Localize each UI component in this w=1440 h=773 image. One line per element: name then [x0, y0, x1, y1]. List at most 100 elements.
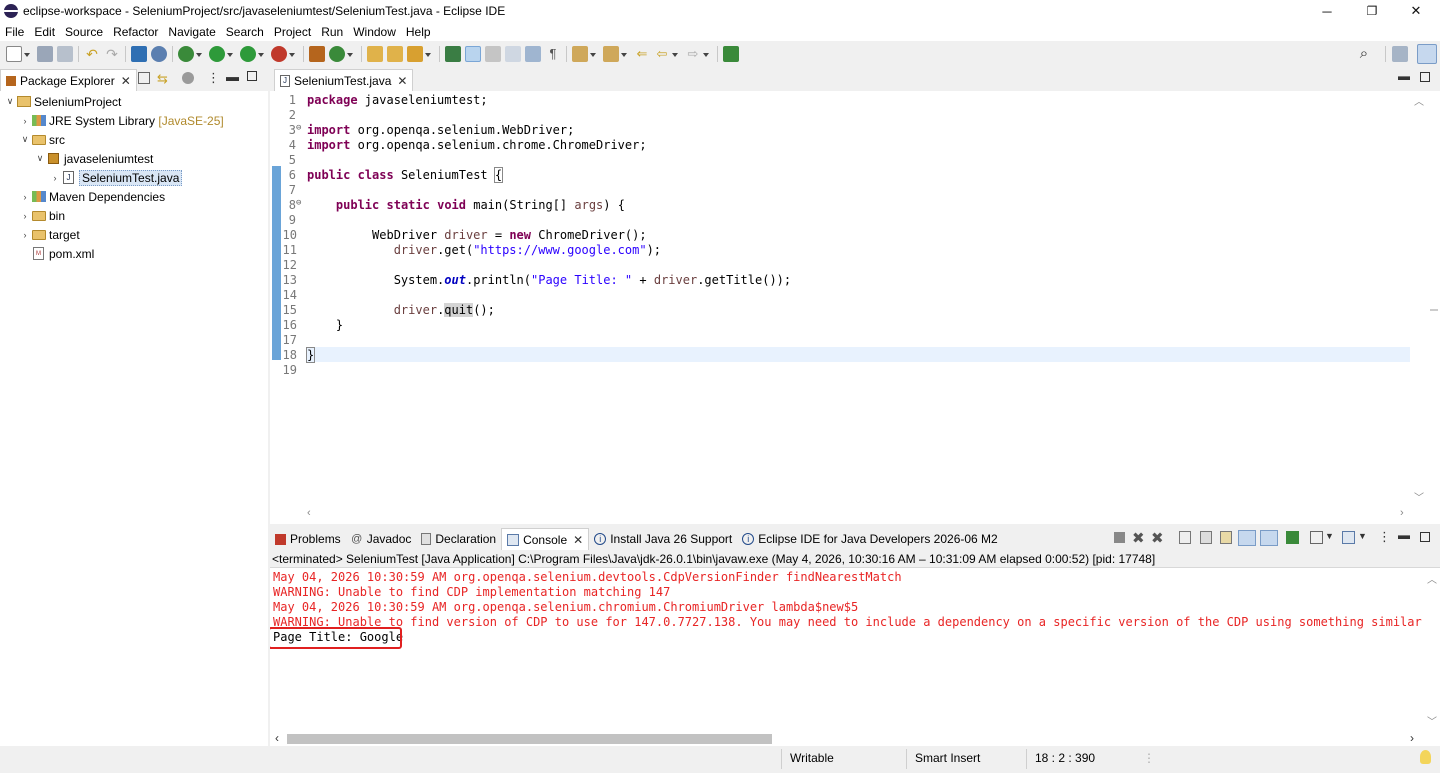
editor-horizontal-scrollbar[interactable]: ‹ › [307, 507, 1410, 522]
word-wrap-icon[interactable] [525, 46, 541, 62]
java-perspective-icon[interactable] [1417, 44, 1437, 64]
menu-search[interactable]: Search [226, 25, 264, 39]
tab-javadoc[interactable]: @ Javadoc [346, 528, 417, 550]
scroll-left-icon[interactable]: ‹ [275, 731, 279, 745]
scroll-up-icon[interactable]: ︿ [1414, 93, 1424, 108]
forward-dropdown-icon[interactable] [703, 46, 710, 62]
show-console-on-stdout-icon[interactable] [1238, 530, 1256, 546]
back-dropdown-icon[interactable] [672, 46, 679, 62]
breadcrumb-toggle-icon[interactable] [485, 46, 501, 62]
maximize-view-icon[interactable] [247, 71, 257, 81]
filters-icon[interactable] [182, 72, 194, 84]
external-tools-dropdown-icon[interactable] [289, 46, 296, 62]
terminate-icon[interactable] [1114, 532, 1125, 543]
back-icon[interactable]: ⇦ [654, 46, 670, 62]
menu-edit[interactable]: Edit [34, 25, 55, 39]
remove-all-terminated-icon[interactable]: ✖ [1151, 529, 1164, 547]
menu-navigate[interactable]: Navigate [168, 25, 215, 39]
scroll-left-icon[interactable]: ‹ [307, 507, 311, 519]
link-with-editor-icon[interactable]: ⇆ [157, 71, 168, 87]
menu-refactor[interactable]: Refactor [113, 25, 158, 39]
scroll-right-icon[interactable]: › [1410, 731, 1414, 745]
toggle-highlight-icon[interactable] [465, 46, 481, 62]
tab-declaration[interactable]: Declaration [416, 528, 501, 550]
new-java-package-icon[interactable] [309, 46, 325, 62]
editor-vertical-scrollbar[interactable]: ︿ ﹀ [1410, 91, 1427, 509]
scroll-down-icon[interactable]: ﹀ [1414, 489, 1424, 504]
save-all-icon[interactable] [57, 46, 73, 62]
chevron-right-icon[interactable]: › [19, 230, 31, 240]
pin-console-icon[interactable] [1286, 531, 1299, 544]
debug-icon[interactable] [178, 46, 194, 62]
coverage-icon[interactable] [240, 46, 256, 62]
next-annotation-icon[interactable] [572, 46, 588, 62]
toggle-mark-occurrences-icon[interactable] [445, 46, 461, 62]
tree-item-target[interactable]: › target [19, 225, 80, 244]
minimize-view-icon[interactable]: ▬ [1398, 528, 1410, 542]
forward-icon[interactable]: ⇨ [685, 46, 701, 62]
maximize-view-icon[interactable] [1420, 72, 1430, 82]
skip-breakpoints-icon[interactable] [151, 46, 167, 62]
chevron-right-icon[interactable]: › [19, 211, 31, 221]
search-tool-dropdown-icon[interactable] [425, 46, 432, 62]
display-selected-console-icon[interactable] [1310, 531, 1323, 544]
view-menu-icon[interactable]: ⋮ [1378, 529, 1391, 545]
scroll-down-icon[interactable]: ﹀ [1427, 713, 1437, 728]
open-console-icon[interactable] [1342, 531, 1355, 544]
new-class-dropdown-icon[interactable] [347, 46, 354, 62]
scrollbar-thumb[interactable] [287, 734, 772, 744]
menu-file[interactable]: File [5, 25, 24, 39]
scroll-lock-icon[interactable] [1200, 531, 1212, 544]
close-icon[interactable]: ✕ [121, 74, 131, 88]
undo-icon[interactable]: ↶ [84, 46, 100, 62]
close-icon[interactable]: ✕ [573, 533, 583, 547]
last-edit-location-icon[interactable]: ⇐ [634, 46, 650, 62]
run-icon[interactable] [209, 46, 225, 62]
close-window-button[interactable]: ✕ [1394, 0, 1438, 22]
new-dropdown-icon[interactable] [24, 46, 31, 62]
scroll-right-icon[interactable]: › [1400, 507, 1404, 519]
console-output[interactable]: May 04, 2026 10:30:59 AM org.openqa.sele… [270, 569, 1423, 731]
lightbulb-icon[interactable] [1420, 750, 1431, 764]
coverage-dropdown-icon[interactable] [258, 46, 265, 62]
collapse-all-icon[interactable] [138, 72, 150, 84]
external-tools-icon[interactable] [271, 46, 287, 62]
clear-console-icon[interactable] [1179, 531, 1191, 544]
block-selection-icon[interactable] [505, 46, 521, 62]
tree-item-src[interactable]: ∨ src [19, 130, 65, 149]
tree-item-java-file[interactable]: › J SeleniumTest.java [49, 168, 183, 187]
new-icon[interactable] [6, 46, 22, 62]
tab-eclipse-ide[interactable]: i Eclipse IDE for Java Developers 2026-0… [737, 528, 1002, 550]
maximize-button[interactable]: ❐ [1350, 0, 1394, 22]
open-type-icon[interactable] [367, 46, 383, 62]
word-wrap-console-icon[interactable] [1220, 531, 1232, 544]
chevron-right-icon[interactable]: › [19, 116, 31, 126]
tree-item-maven-deps[interactable]: › Maven Dependencies [19, 187, 166, 206]
previous-annotation-dropdown-icon[interactable] [621, 46, 628, 62]
pin-editor-icon[interactable] [723, 46, 739, 62]
maximize-view-icon[interactable] [1420, 532, 1430, 542]
tab-problems[interactable]: Problems [270, 528, 346, 550]
menu-project[interactable]: Project [274, 25, 311, 39]
redo-icon[interactable]: ↷ [104, 46, 120, 62]
chevron-down-icon[interactable]: ∨ [34, 153, 46, 164]
tab-console[interactable]: Console ✕ [501, 528, 590, 550]
show-console-on-stderr-icon[interactable] [1260, 530, 1278, 546]
minimize-view-icon[interactable]: ▬ [226, 69, 239, 84]
run-dropdown-icon[interactable] [227, 46, 234, 62]
view-menu-icon[interactable]: ⋮ [207, 70, 220, 86]
debug-dropdown-icon[interactable] [196, 46, 203, 62]
tree-item-pom[interactable]: M pom.xml [19, 244, 94, 263]
tree-item-package[interactable]: ∨ javaseleniumtest [34, 149, 154, 168]
minimize-button[interactable]: ─ [1305, 0, 1349, 22]
chevron-right-icon[interactable]: › [49, 173, 61, 183]
chevron-down-icon[interactable]: ▼ [1325, 531, 1334, 541]
search-tool-icon[interactable] [407, 46, 423, 62]
console-horizontal-scrollbar[interactable]: ‹ › [270, 731, 1423, 746]
fold-collapse-icon[interactable]: ⊖ [296, 198, 301, 208]
chevron-down-icon[interactable]: ▼ [1358, 531, 1367, 541]
menu-window[interactable]: Window [353, 25, 396, 39]
status-insert-mode[interactable]: Smart Insert [915, 751, 980, 765]
menu-help[interactable]: Help [406, 25, 431, 39]
new-java-class-icon[interactable] [329, 46, 345, 62]
